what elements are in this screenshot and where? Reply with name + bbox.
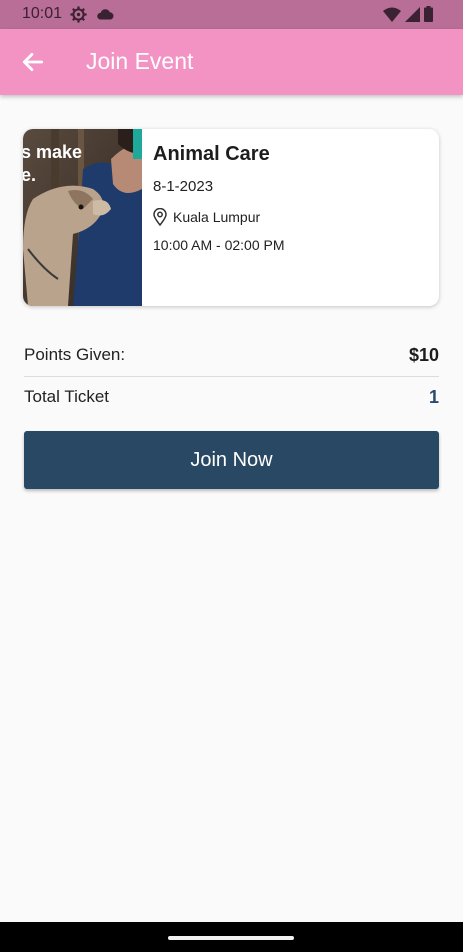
app-bar: Join Event (0, 29, 463, 95)
tickets-label: Total Ticket (24, 387, 110, 406)
points-label: Points Given: (24, 345, 126, 364)
points-value: $10 (408, 345, 439, 365)
event-name: Animal Care (153, 143, 270, 165)
status-icons (383, 6, 433, 22)
tickets-value: 1 (428, 387, 439, 407)
cloud-icon (97, 9, 114, 20)
gear-icon (70, 6, 87, 23)
join-now-button[interactable]: Join Now (24, 431, 439, 489)
back-arrow-icon[interactable] (20, 49, 46, 75)
battery-icon (424, 6, 433, 22)
status-bar: 10:01 (0, 0, 463, 29)
event-image: s make e. (23, 129, 142, 306)
event-date: 8-1-2023 (153, 178, 214, 195)
page-title: Join Event (86, 48, 194, 74)
event-card[interactable]: s make e. Animal Care 8-1-2023 Kuala Lum… (23, 129, 439, 306)
points-row: Points Given: $10 (24, 336, 439, 377)
tickets-row: Total Ticket 1 (24, 376, 439, 416)
status-time: 10:01 (22, 5, 63, 22)
event-location: Kuala Lumpur (173, 209, 261, 225)
svg-text:e.: e. (23, 165, 36, 185)
signal-icon (405, 6, 420, 22)
event-time: 10:00 AM - 02:00 PM (153, 237, 285, 253)
wifi-icon (383, 7, 401, 22)
svg-text:s make: s make (23, 142, 82, 162)
navigation-bar (0, 922, 463, 952)
home-indicator[interactable] (168, 936, 294, 940)
location-pin-icon (153, 208, 167, 226)
